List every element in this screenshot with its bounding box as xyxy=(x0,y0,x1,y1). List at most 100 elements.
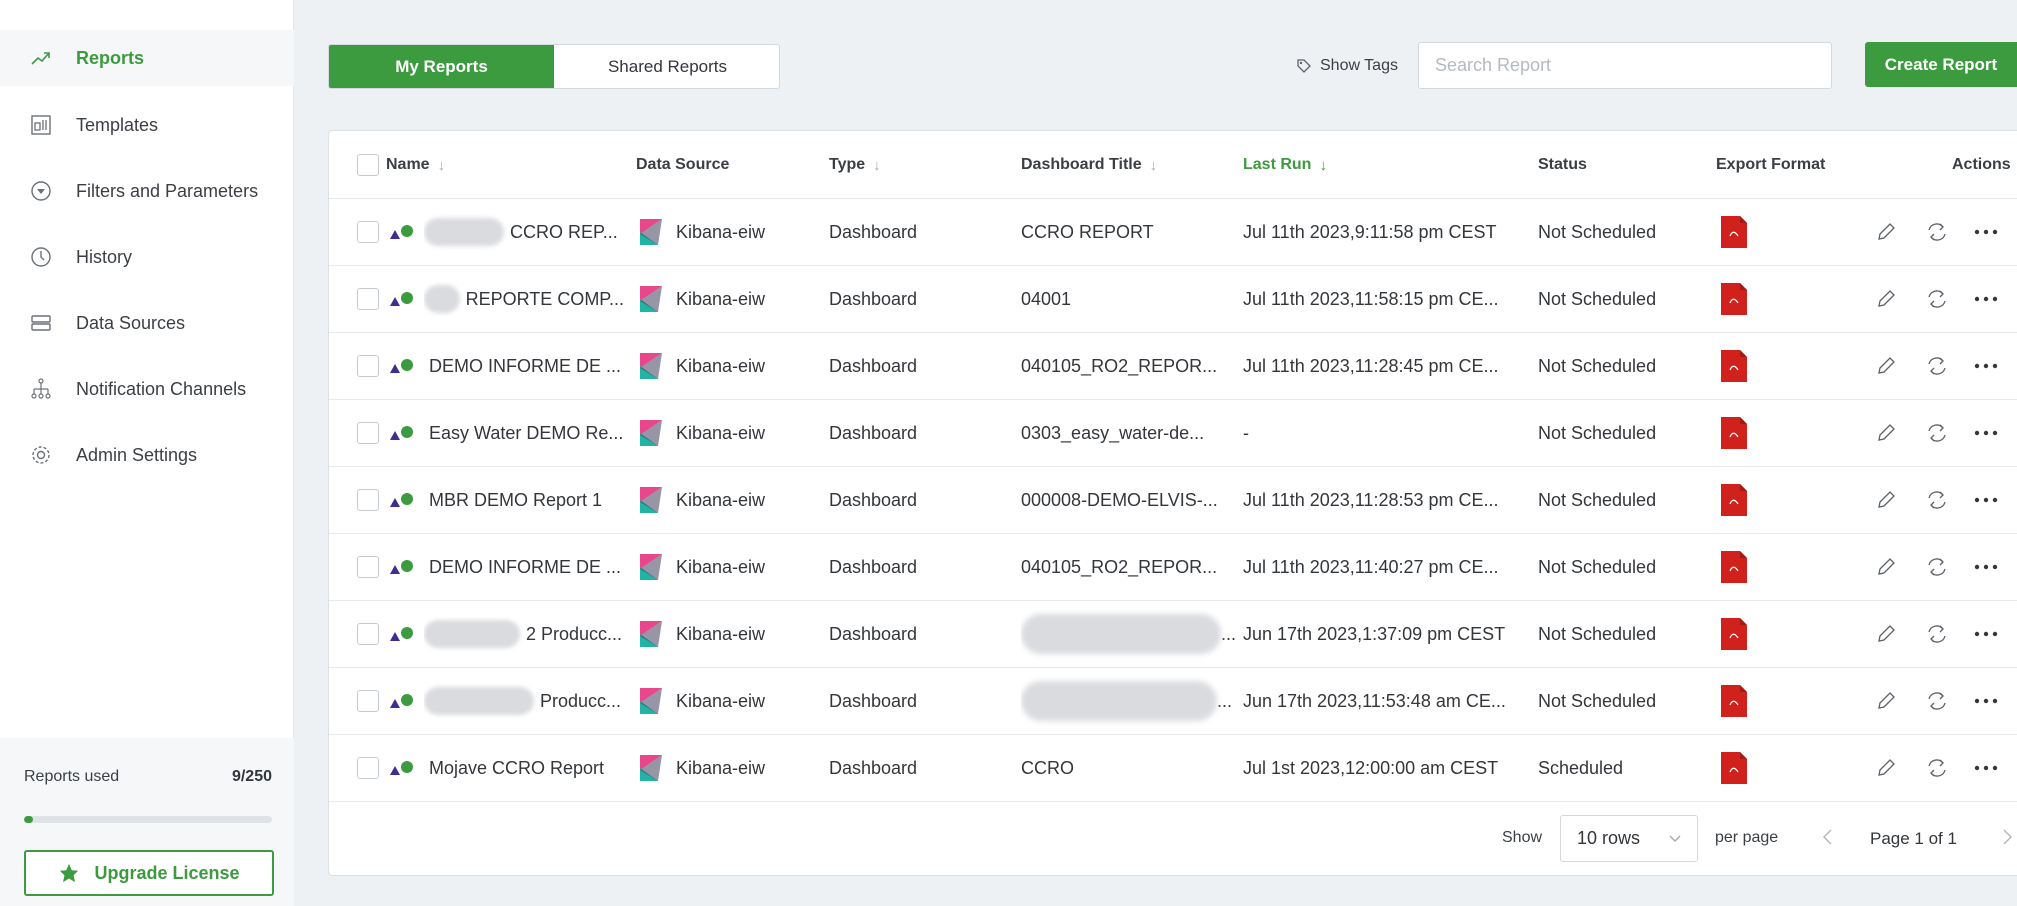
edit-icon[interactable] xyxy=(1875,690,1897,712)
table-row[interactable]: Mojave CCRO Report Kibana-eiw Dashboard CCR… xyxy=(329,735,2017,802)
column-header-last-run[interactable]: Last Run ↓ xyxy=(1243,131,1327,199)
pdf-icon[interactable] xyxy=(1721,685,1747,717)
report-name-cell[interactable]: CCRO REP... xyxy=(424,199,624,265)
row-checkbox[interactable] xyxy=(357,422,379,444)
refresh-icon[interactable] xyxy=(1925,757,1949,779)
refresh-icon[interactable] xyxy=(1925,623,1949,645)
more-icon[interactable] xyxy=(1973,228,1999,236)
more-icon[interactable] xyxy=(1973,764,1999,772)
report-name-cell[interactable]: Mojave CCRO Report xyxy=(429,735,629,801)
upgrade-license-button[interactable]: Upgrade License xyxy=(24,850,274,896)
dashboard-title-cell: 040105_RO2_REPOR... xyxy=(1021,333,1246,399)
tab-shared-reports[interactable]: Shared Reports xyxy=(554,45,779,88)
row-checkbox[interactable] xyxy=(357,355,379,377)
report-name-cell[interactable]: DEMO INFORME DE ... xyxy=(429,333,629,399)
refresh-icon[interactable] xyxy=(1925,556,1949,578)
edit-icon[interactable] xyxy=(1875,221,1897,243)
report-name-cell[interactable]: DEMO INFORME DE ... xyxy=(429,534,629,600)
edit-icon[interactable] xyxy=(1875,556,1897,578)
report-name-cell[interactable]: Easy Water DEMO Re... xyxy=(429,400,629,466)
edit-icon[interactable] xyxy=(1875,288,1897,310)
pdf-icon[interactable] xyxy=(1721,618,1747,650)
more-icon[interactable] xyxy=(1973,697,1999,705)
show-tags-button[interactable]: Show Tags xyxy=(1296,53,1398,79)
next-page-button[interactable] xyxy=(1997,825,2017,849)
sidebar-item-history[interactable]: History xyxy=(0,229,294,285)
table-row[interactable]: Easy Water DEMO Re... Kibana-eiw Dashboard… xyxy=(329,400,2017,467)
column-header-actions: Actions xyxy=(1952,131,2011,199)
row-checkbox[interactable] xyxy=(357,757,379,779)
rows-per-page-select[interactable]: 10 rows xyxy=(1560,815,1698,862)
sidebar-item-filters[interactable]: Filters and Parameters xyxy=(0,163,294,219)
report-name: Easy Water DEMO Re... xyxy=(429,422,624,443)
pdf-icon[interactable] xyxy=(1721,283,1747,315)
report-name-cell[interactable]: 2 Producc... xyxy=(424,601,624,667)
last-run-time: Jul 11th 2023,11:40:27 pm CE... xyxy=(1243,556,1499,577)
more-icon[interactable] xyxy=(1973,496,1999,504)
pdf-icon[interactable] xyxy=(1721,350,1747,382)
pdf-icon[interactable] xyxy=(1721,417,1747,449)
refresh-icon[interactable] xyxy=(1925,221,1949,243)
more-icon[interactable] xyxy=(1973,429,1999,437)
pdf-icon[interactable] xyxy=(1721,551,1747,583)
sidebar-item-templates[interactable]: Templates xyxy=(0,97,294,153)
report-name: Producc... xyxy=(540,690,622,711)
page-indicator: Page 1 of 1 xyxy=(1870,829,1957,848)
dashboard-title-cell: 040105_RO2_REPOR... xyxy=(1021,534,1246,600)
row-actions xyxy=(1875,199,2017,265)
dashboard-title: ... xyxy=(1217,690,1233,711)
last-run-cell: Jul 11th 2023,11:28:45 pm CE... xyxy=(1243,333,1538,399)
pdf-icon[interactable] xyxy=(1721,752,1747,784)
edit-icon[interactable] xyxy=(1875,623,1897,645)
create-report-button[interactable]: Create Report xyxy=(1865,42,2017,87)
more-icon[interactable] xyxy=(1973,563,1999,571)
edit-icon[interactable] xyxy=(1875,757,1897,779)
pdf-icon[interactable] xyxy=(1721,216,1747,248)
table-row[interactable]: DEMO INFORME DE ... Kibana-eiw Dashboard 04… xyxy=(329,333,2017,400)
report-name: 2 Producc... xyxy=(526,623,623,644)
row-actions xyxy=(1875,601,2017,667)
report-name-cell[interactable]: Producc... xyxy=(424,668,624,734)
tab-my-reports[interactable]: My Reports xyxy=(329,45,554,88)
row-checkbox[interactable] xyxy=(357,690,379,712)
edit-icon[interactable] xyxy=(1875,489,1897,511)
more-icon[interactable] xyxy=(1973,362,1999,370)
edit-icon[interactable] xyxy=(1875,422,1897,444)
database-icon xyxy=(30,312,52,334)
row-checkbox[interactable] xyxy=(357,489,379,511)
status-cell: Not Scheduled xyxy=(1538,266,1708,332)
column-header-name[interactable]: Name ↓ xyxy=(386,131,445,199)
select-all-checkbox[interactable] xyxy=(357,154,379,176)
refresh-icon[interactable] xyxy=(1925,355,1949,377)
table-row[interactable]: DEMO INFORME DE ... Kibana-eiw Dashboard 04… xyxy=(329,534,2017,601)
table-row[interactable]: 2 Producc... Kibana-eiw Dashboard... Jun 17… xyxy=(329,601,2017,668)
previous-page-button[interactable] xyxy=(1818,825,1838,849)
sidebar-item-data-sources[interactable]: Data Sources xyxy=(0,295,294,351)
sidebar-item-admin-settings[interactable]: Admin Settings xyxy=(0,427,294,483)
refresh-icon[interactable] xyxy=(1925,489,1949,511)
report-name-cell[interactable]: MBR DEMO Report 1 xyxy=(429,467,629,533)
table-row[interactable]: REPORTE COMP... Kibana-eiw Dashboard 04001 J… xyxy=(329,266,2017,333)
row-checkbox[interactable] xyxy=(357,288,379,310)
refresh-icon[interactable] xyxy=(1925,288,1949,310)
table-row[interactable]: CCRO REP... Kibana-eiw Dashboard CCRO REPOR… xyxy=(329,199,2017,266)
sidebar-item-reports[interactable]: Reports xyxy=(0,30,294,86)
report-name-cell[interactable]: REPORTE COMP... xyxy=(424,266,624,332)
search-input[interactable] xyxy=(1418,42,1832,89)
row-checkbox[interactable] xyxy=(357,221,379,243)
sidebar-item-notification-channels[interactable]: Notification Channels xyxy=(0,361,294,417)
edit-icon[interactable] xyxy=(1875,355,1897,377)
more-icon[interactable] xyxy=(1973,630,1999,638)
status-text: Not Scheduled xyxy=(1538,489,1657,510)
refresh-icon[interactable] xyxy=(1925,690,1949,712)
table-row[interactable]: Producc... Kibana-eiw Dashboard... Jun 17th… xyxy=(329,668,2017,735)
usage-label: Reports used xyxy=(24,768,120,785)
column-header-type[interactable]: Type ↓ xyxy=(829,131,881,199)
pdf-icon[interactable] xyxy=(1721,484,1747,516)
row-checkbox[interactable] xyxy=(357,556,379,578)
table-row[interactable]: MBR DEMO Report 1 Kibana-eiw Dashboard 0000… xyxy=(329,467,2017,534)
more-icon[interactable] xyxy=(1973,295,1999,303)
column-header-dashboard-title[interactable]: Dashboard Title ↓ xyxy=(1021,131,1157,199)
row-checkbox[interactable] xyxy=(357,623,379,645)
refresh-icon[interactable] xyxy=(1925,422,1949,444)
